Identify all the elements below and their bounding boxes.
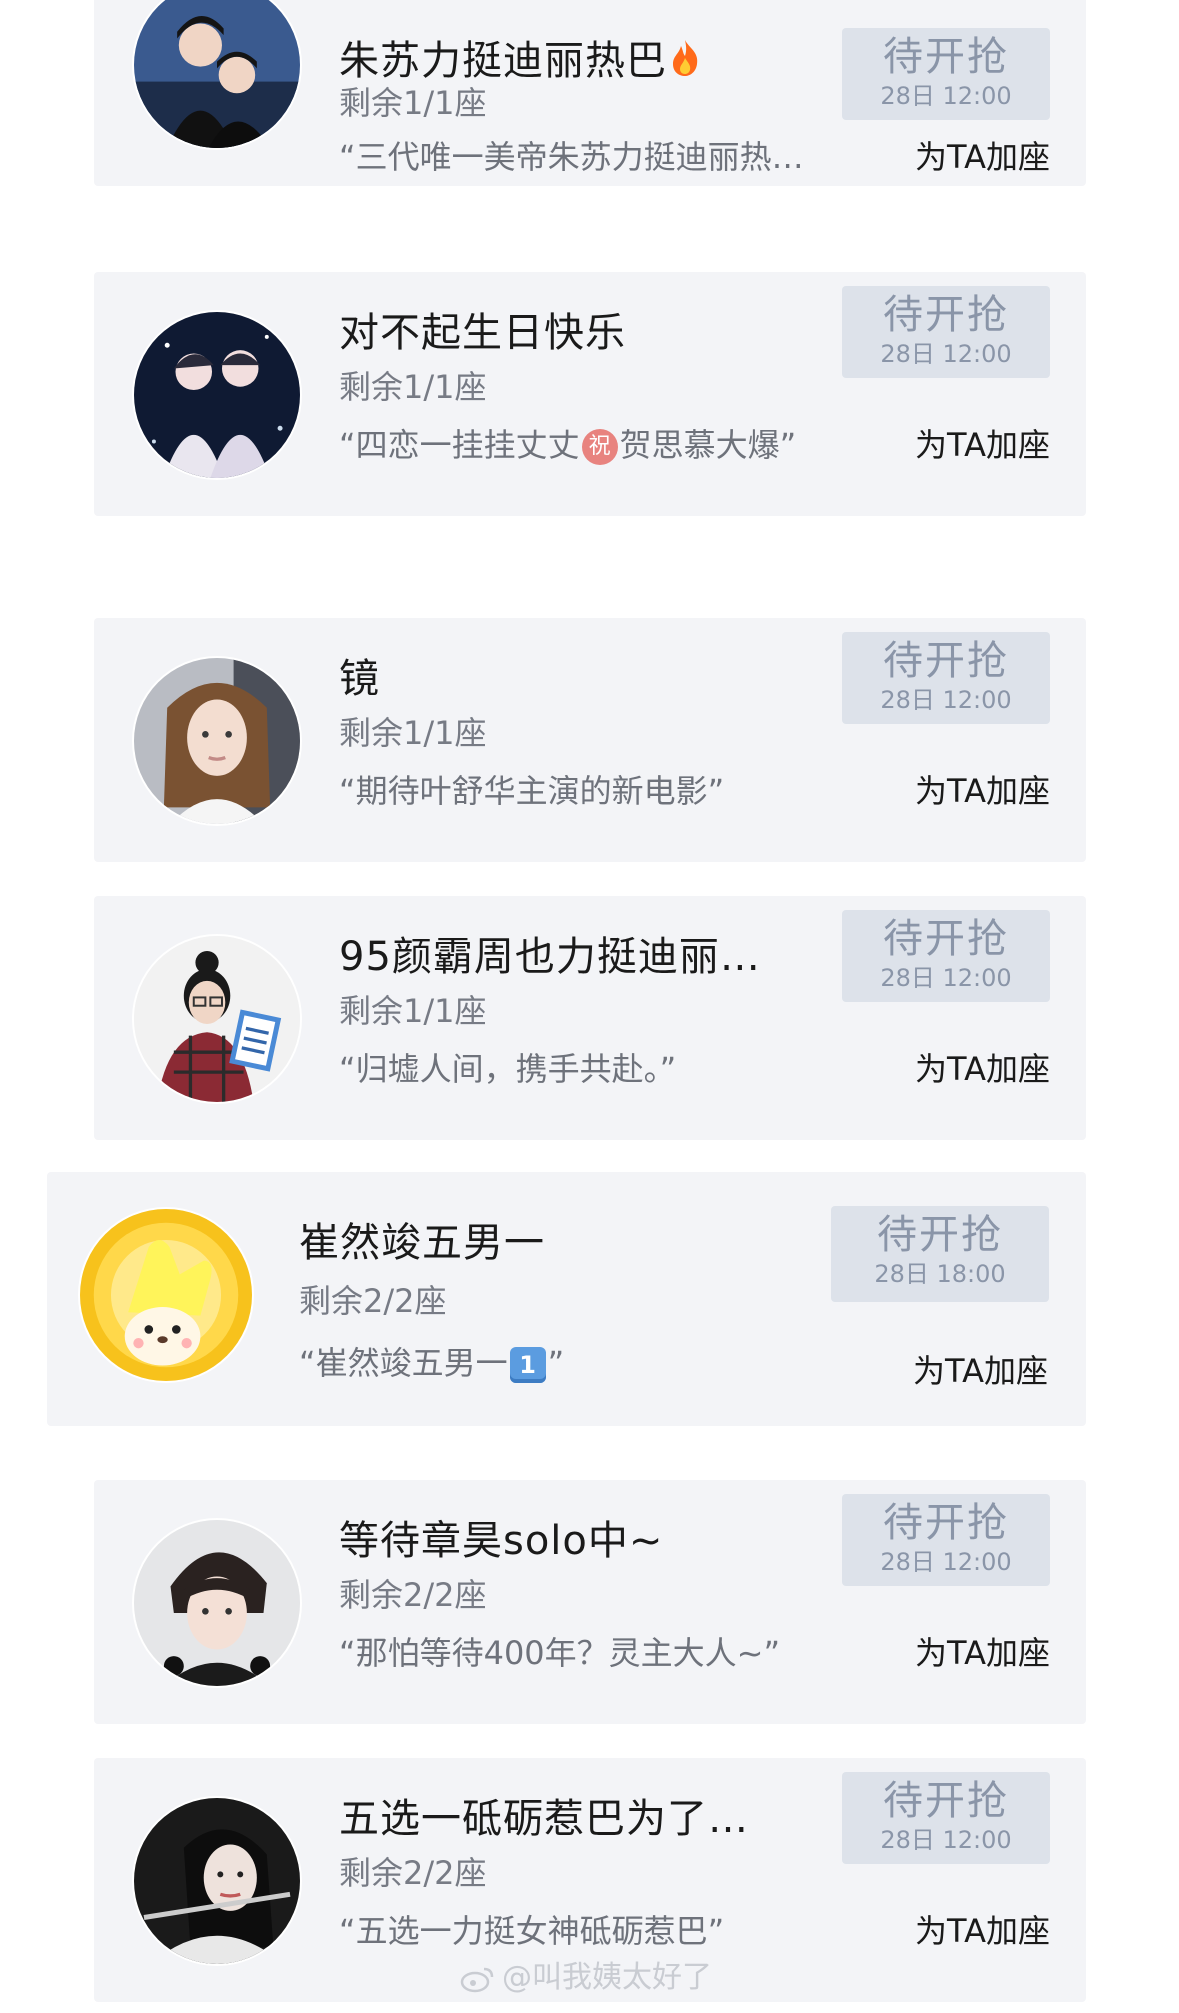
watermark: @叫我姨太好了 (460, 1952, 712, 1996)
grab-button-label: 待开抢 (883, 1778, 1009, 1824)
avatar[interactable] (134, 0, 300, 148)
seat-card[interactable]: 95颜霸周也力挺迪丽… 剩余1/1座 “归墟人间，携手共赴。” 待开抢 28日 … (94, 896, 1086, 1140)
grab-button[interactable]: 待开抢 28日 12:00 (842, 1494, 1050, 1586)
grab-button[interactable]: 待开抢 28日 18:00 (831, 1206, 1049, 1302)
seat-card[interactable]: 等待章昊solo中~ 剩余2/2座 “那怕等待400年？灵主大人~” 待开抢 2… (94, 1480, 1086, 1724)
card-quote: “五选一力挺女神砥砺惹巴” (339, 1912, 725, 1950)
weibo-logo-icon (460, 1965, 496, 1993)
add-seat-link[interactable]: 为TA加座 (913, 1346, 1048, 1392)
seat-card[interactable]: 崔然竣五男一 剩余2/2座 “崔然竣五男一 1” 待开抢 28日 18:00 为T… (47, 1172, 1086, 1426)
seat-count: 剩余1/1座 (339, 368, 487, 406)
card-title: 崔然竣五男一 (299, 1220, 545, 1266)
keycap-one-icon: 1 (509, 1347, 546, 1383)
congratulate-emoji-icon: 祝 (581, 429, 618, 465)
card-quote: “归墟人间，携手共赴。” (339, 1050, 677, 1088)
avatar[interactable] (134, 936, 300, 1102)
grab-button-time: 28日 12:00 (880, 686, 1012, 714)
avatar[interactable] (134, 1798, 300, 1964)
seat-card[interactable]: 镜 剩余1/1座 “期待叶舒华主演的新电影” 待开抢 28日 12:00 为TA… (94, 618, 1086, 862)
card-title: 对不起生日快乐 (339, 310, 626, 356)
grab-button[interactable]: 待开抢 28日 12:00 (842, 632, 1050, 724)
grab-button-time: 28日 12:00 (880, 964, 1012, 992)
quote-text: 贺思慕大爆” (619, 426, 797, 464)
seat-card[interactable]: 对不起生日快乐 剩余1/1座 “四恋一挂挂丈丈祝贺思慕大爆” 待开抢 28日 1… (94, 272, 1086, 516)
card-title: 五选一砥砺惹巴为了… (339, 1796, 749, 1842)
grab-button[interactable]: 待开抢 28日 12:00 (842, 1772, 1050, 1864)
grab-button-label: 待开抢 (877, 1212, 1003, 1258)
add-seat-link[interactable]: 为TA加座 (915, 766, 1050, 812)
card-quote: “三代唯一美帝朱苏力挺迪丽热… (339, 138, 804, 176)
grab-button[interactable]: 待开抢 28日 12:00 (842, 286, 1050, 378)
quote-text: ” (547, 1344, 565, 1382)
seat-count: 剩余2/2座 (339, 1854, 487, 1892)
add-seat-link[interactable]: 为TA加座 (915, 1628, 1050, 1674)
grab-button-time: 28日 12:00 (880, 82, 1012, 110)
fire-icon (667, 38, 703, 88)
grab-button-time: 28日 12:00 (880, 1826, 1012, 1854)
page: 朱苏力挺迪丽热巴 剩余1/1座 “三代唯一美帝朱苏力挺迪丽热… 待开抢 28日 … (0, 0, 1179, 2013)
avatar[interactable] (134, 1520, 300, 1686)
card-quote: “那怕等待400年？灵主大人~” (339, 1634, 781, 1672)
grab-button[interactable]: 待开抢 28日 12:00 (842, 910, 1050, 1002)
add-seat-link[interactable]: 为TA加座 (915, 1906, 1050, 1952)
card-quote: “四恋一挂挂丈丈祝贺思慕大爆” (339, 420, 796, 466)
card-title: 95颜霸周也力挺迪丽… (339, 934, 761, 980)
add-seat-link[interactable]: 为TA加座 (915, 420, 1050, 466)
seat-count: 剩余2/2座 (299, 1282, 447, 1320)
seat-card[interactable]: 朱苏力挺迪丽热巴 剩余1/1座 “三代唯一美帝朱苏力挺迪丽热… 待开抢 28日 … (94, 0, 1086, 186)
grab-button-label: 待开抢 (883, 34, 1009, 80)
grab-button-label: 待开抢 (883, 638, 1009, 684)
grab-button-time: 28日 18:00 (874, 1260, 1006, 1288)
card-title: 镜 (339, 656, 380, 702)
grab-button-label: 待开抢 (883, 292, 1009, 338)
grab-button-label: 待开抢 (883, 1500, 1009, 1546)
quote-text: “崔然竣五男一 (299, 1344, 508, 1382)
grab-button-label: 待开抢 (883, 916, 1009, 962)
seat-count: 剩余1/1座 (339, 84, 487, 122)
avatar[interactable] (134, 658, 300, 824)
seat-count: 剩余1/1座 (339, 714, 487, 752)
seat-count: 剩余2/2座 (339, 1576, 487, 1614)
card-title: 等待章昊solo中~ (339, 1518, 664, 1564)
grab-button-time: 28日 12:00 (880, 1548, 1012, 1576)
card-quote: “期待叶舒华主演的新电影” (339, 772, 725, 810)
grab-button[interactable]: 待开抢 28日 12:00 (842, 28, 1050, 120)
avatar[interactable] (134, 312, 300, 478)
grab-button-time: 28日 12:00 (880, 340, 1012, 368)
add-seat-link[interactable]: 为TA加座 (915, 132, 1050, 178)
watermark-text: @叫我姨太好了 (502, 1960, 712, 1995)
quote-text: “四恋一挂挂丈丈 (339, 426, 580, 464)
card-quote: “崔然竣五男一 1” (299, 1338, 564, 1384)
avatar[interactable] (80, 1209, 252, 1381)
seat-count: 剩余1/1座 (339, 992, 487, 1030)
add-seat-link[interactable]: 为TA加座 (915, 1044, 1050, 1090)
